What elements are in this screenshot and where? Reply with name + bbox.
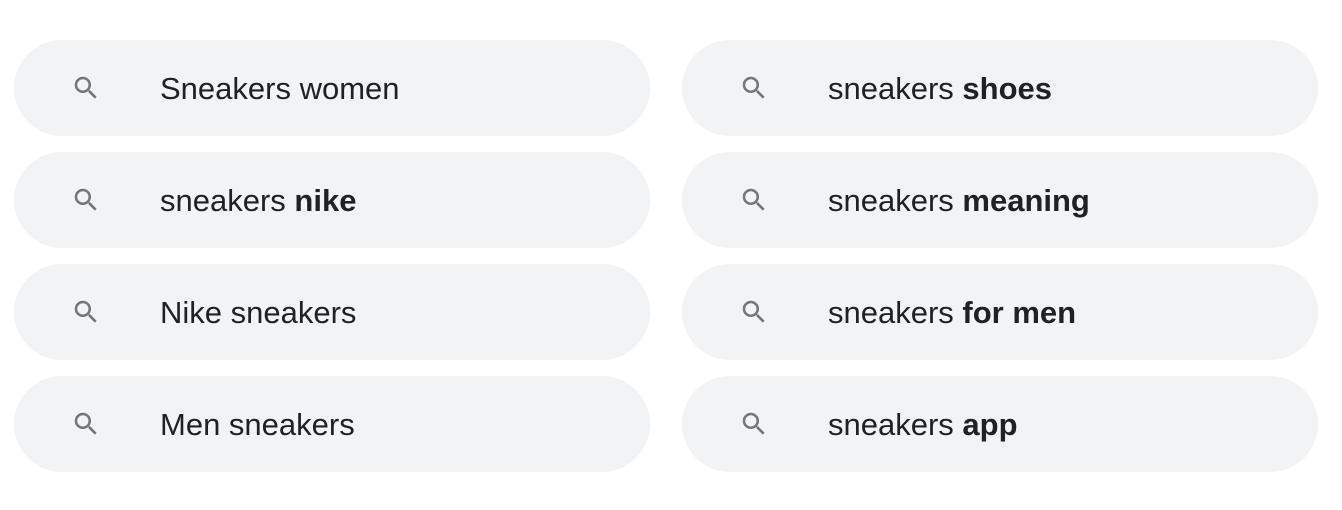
query-text: sneakers [828,294,963,330]
search-icon [738,296,770,328]
related-searches-grid: Sneakers women sneakers shoes sneakers n… [14,40,1318,472]
related-search-chip[interactable]: sneakers for men [682,264,1318,360]
related-search-label: sneakers app [828,409,1018,440]
query-text: sneakers [828,182,963,218]
related-search-label: sneakers nike [160,185,356,216]
search-icon [70,408,102,440]
related-search-chip[interactable]: Sneakers women [14,40,650,136]
search-icon [70,296,102,328]
related-search-chip[interactable]: sneakers shoes [682,40,1318,136]
related-search-chip[interactable]: Men sneakers [14,376,650,472]
query-text: sneakers [828,70,963,106]
related-search-label: sneakers for men [828,297,1076,328]
related-search-label: Men sneakers [160,409,355,440]
related-search-label: sneakers meaning [828,185,1090,216]
query-completion: app [962,406,1018,442]
search-icon [738,72,770,104]
related-search-chip[interactable]: sneakers nike [14,152,650,248]
related-search-label: Sneakers women [160,73,400,104]
related-search-chip[interactable]: sneakers meaning [682,152,1318,248]
query-completion: for men [962,294,1077,330]
query-text: sneakers [160,182,295,218]
search-icon [738,408,770,440]
related-search-label: sneakers shoes [828,73,1052,104]
search-icon [70,72,102,104]
query-text: Men sneakers [160,406,355,442]
query-completion: meaning [962,182,1090,218]
query-completion: shoes [962,70,1053,106]
query-text: Sneakers women [160,70,400,106]
search-icon [738,184,770,216]
search-icon [70,184,102,216]
query-text: Nike sneakers [160,294,357,330]
related-search-label: Nike sneakers [160,297,356,328]
related-search-chip[interactable]: sneakers app [682,376,1318,472]
query-completion: nike [294,182,357,218]
query-text: sneakers [828,406,963,442]
related-search-chip[interactable]: Nike sneakers [14,264,650,360]
